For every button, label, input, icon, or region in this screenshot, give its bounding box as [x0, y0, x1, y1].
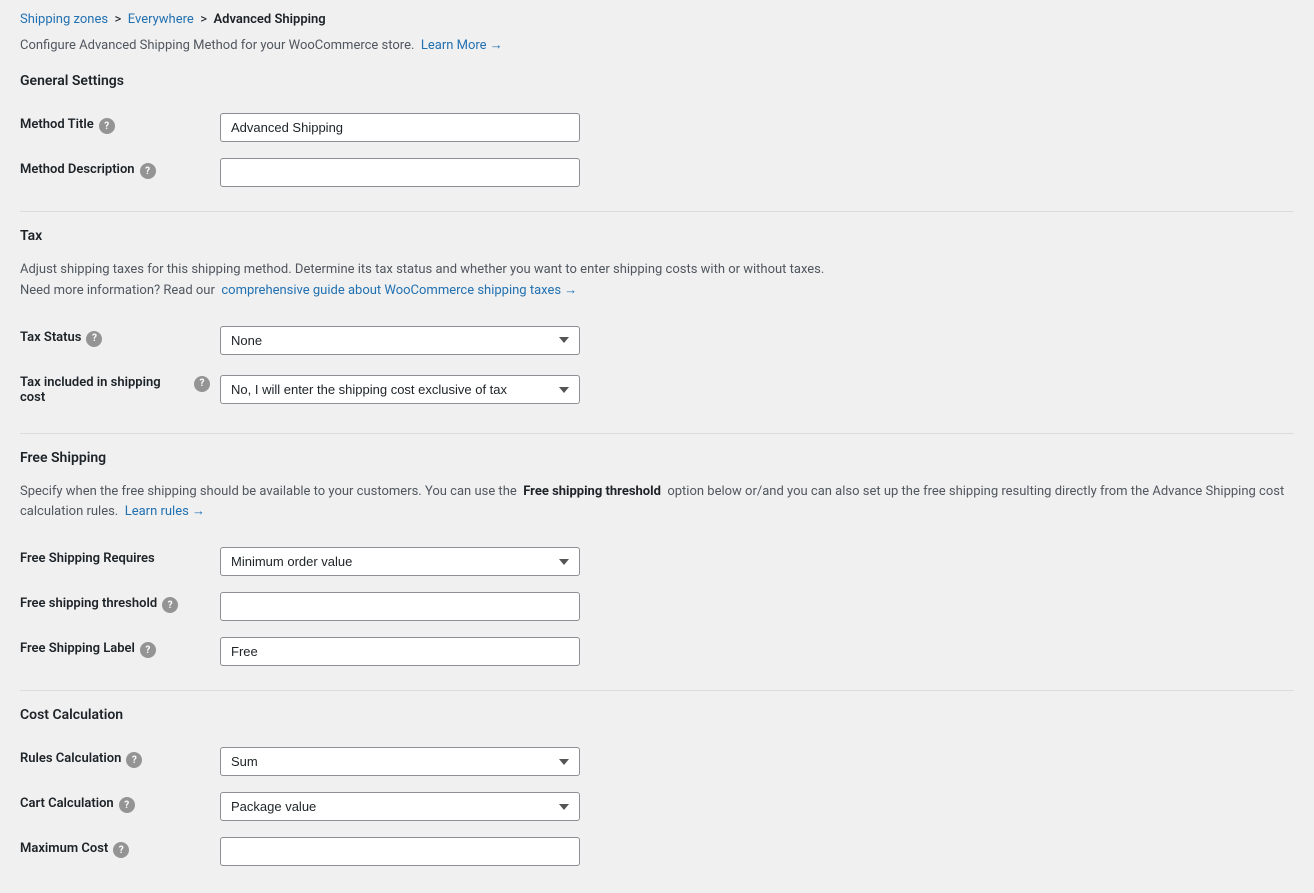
tax-status-select[interactable]: None Taxable Not taxable — [220, 326, 580, 355]
tax-section-title: Tax — [20, 228, 1294, 244]
tax-included-label: Tax included in shipping cost — [20, 375, 189, 405]
tax-desc-line2: Need more information? Read our — [20, 283, 215, 298]
cost-calculation-table: Rules Calculation ? Sum Average Minimum … — [20, 739, 1294, 874]
method-description-label: Method Description — [20, 162, 135, 177]
current-page: Advanced Shipping — [213, 12, 325, 27]
free-shipping-requires-row: Free Shipping Requires Minimum order val… — [20, 539, 1294, 584]
free-shipping-description: Specify when the free shipping should be… — [20, 482, 1294, 524]
tax-guide-link[interactable]: comprehensive guide about WooCommerce sh… — [221, 283, 577, 298]
method-title-help-icon[interactable]: ? — [99, 118, 115, 134]
free-shipping-threshold-row: Free shipping threshold ? — [20, 584, 1294, 629]
method-description-row: Method Description ? — [20, 150, 1294, 195]
tax-included-help-icon[interactable]: ? — [194, 376, 210, 392]
page-subtitle: Configure Advanced Shipping Method for y… — [20, 37, 1294, 53]
rules-calculation-select[interactable]: Sum Average Minimum Maximum — [220, 747, 580, 776]
method-description-input[interactable] — [220, 158, 580, 187]
free-shipping-threshold-help-icon[interactable]: ? — [162, 597, 178, 613]
maximum-cost-row: Maximum Cost ? — [20, 829, 1294, 874]
general-settings-table: Method Title ? Method Description ? — [20, 105, 1294, 195]
free-shipping-label-label: Free Shipping Label — [20, 641, 135, 656]
free-shipping-threshold-label: Free shipping threshold — [20, 596, 157, 611]
free-shipping-label-input[interactable] — [220, 637, 580, 666]
maximum-cost-input[interactable] — [220, 837, 580, 866]
method-description-help-icon[interactable]: ? — [140, 163, 156, 179]
rules-calculation-help-icon[interactable]: ? — [126, 752, 142, 768]
tax-status-row: Tax Status ? None Taxable Not taxable — [20, 318, 1294, 363]
cart-calculation-label: Cart Calculation — [20, 796, 114, 811]
tax-included-select[interactable]: No, I will enter the shipping cost exclu… — [220, 375, 580, 404]
cost-calculation-title: Cost Calculation — [20, 707, 1294, 723]
tax-status-label: Tax Status — [20, 330, 81, 345]
free-shipping-table: Free Shipping Requires Minimum order val… — [20, 539, 1294, 674]
tax-table: Tax Status ? None Taxable Not taxable Ta… — [20, 318, 1294, 417]
free-shipping-learn-rules-link[interactable]: Learn rules → — [125, 504, 205, 519]
tax-status-help-icon[interactable]: ? — [86, 331, 102, 347]
maximum-cost-label: Maximum Cost — [20, 841, 108, 856]
rules-calculation-label: Rules Calculation — [20, 751, 121, 766]
free-shipping-requires-label: Free Shipping Requires — [20, 551, 155, 566]
everywhere-link[interactable]: Everywhere — [128, 12, 194, 27]
learn-more-link[interactable]: Learn More → — [421, 38, 503, 53]
method-title-input[interactable] — [220, 113, 580, 142]
general-settings-title: General Settings — [20, 73, 1294, 89]
tax-description: Adjust shipping taxes for this shipping … — [20, 260, 1294, 302]
free-shipping-label-row: Free Shipping Label ? — [20, 629, 1294, 674]
subtitle-text: Configure Advanced Shipping Method for y… — [20, 38, 414, 53]
free-shipping-threshold-bold: Free shipping threshold — [523, 484, 661, 499]
breadcrumb: Shipping zones > Everywhere > Advanced S… — [20, 12, 1294, 27]
method-title-label: Method Title — [20, 117, 94, 132]
free-shipping-threshold-input[interactable] — [220, 592, 580, 621]
method-title-row: Method Title ? — [20, 105, 1294, 150]
rules-calculation-row: Rules Calculation ? Sum Average Minimum … — [20, 739, 1294, 784]
free-shipping-requires-select[interactable]: Minimum order value Coupon Either coupon… — [220, 547, 580, 576]
free-shipping-desc-pre: Specify when the free shipping should be… — [20, 484, 517, 499]
free-shipping-label-help-icon[interactable]: ? — [140, 642, 156, 658]
tax-included-row: Tax included in shipping cost ? No, I wi… — [20, 363, 1294, 417]
tax-desc-line1: Adjust shipping taxes for this shipping … — [20, 262, 824, 277]
shipping-zones-link[interactable]: Shipping zones — [20, 12, 108, 27]
cart-calculation-select[interactable]: Package value Cart subtotal Cart total N… — [220, 792, 580, 821]
maximum-cost-help-icon[interactable]: ? — [113, 842, 129, 858]
cart-calculation-help-icon[interactable]: ? — [119, 797, 135, 813]
free-shipping-title: Free Shipping — [20, 450, 1294, 466]
cart-calculation-row: Cart Calculation ? Package value Cart su… — [20, 784, 1294, 829]
